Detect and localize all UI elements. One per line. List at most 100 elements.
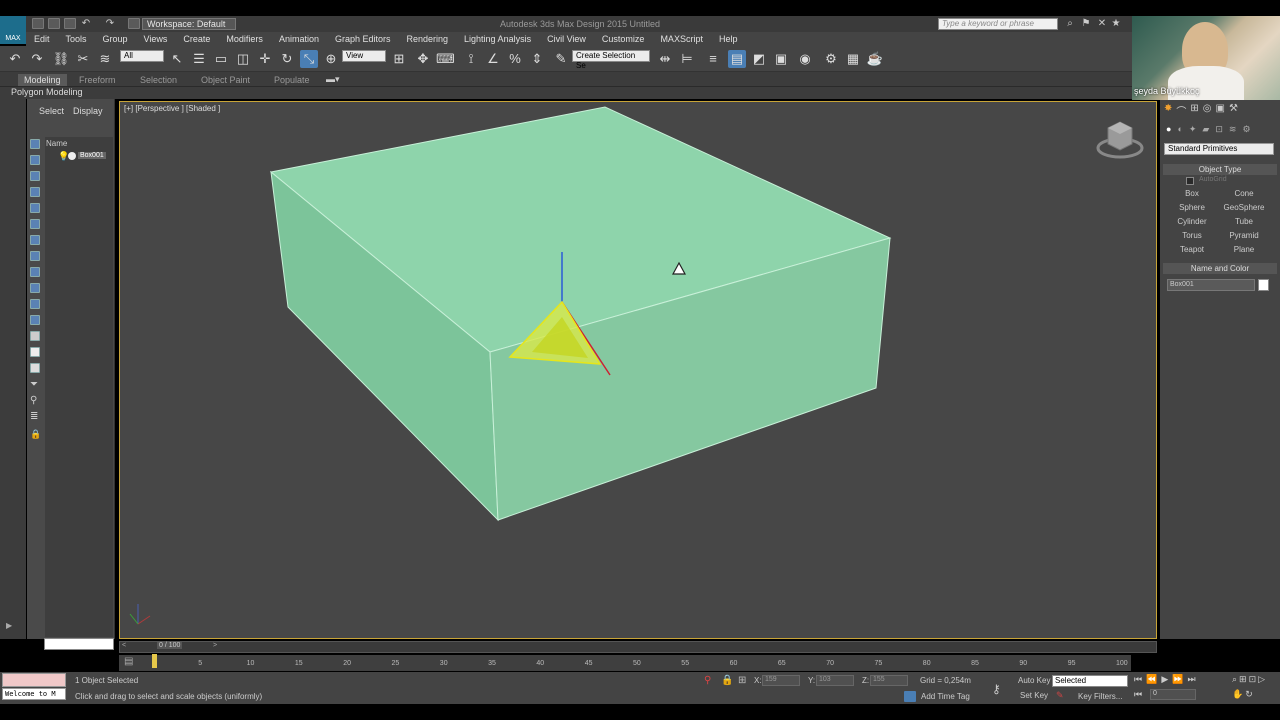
display-geometry-icon[interactable] [30, 187, 40, 197]
layer-sort-icon[interactable]: ≣ [30, 411, 38, 422]
rectangular-selection-icon[interactable]: ▭ [212, 50, 230, 68]
display-groups-icon[interactable] [30, 283, 40, 293]
ribbon-toggle-icon[interactable]: ▬▾ [326, 74, 340, 84]
scene-explorer-search[interactable] [44, 638, 114, 650]
primitive-category-dropdown[interactable]: Standard Primitives [1164, 143, 1274, 155]
display-cameras-icon[interactable] [30, 235, 40, 245]
menu-group[interactable]: Group [95, 32, 136, 46]
rendered-frame-icon[interactable]: ▦ [844, 50, 862, 68]
polygon-modeling-label[interactable]: Polygon Modeling [11, 86, 83, 99]
edit-named-selection-icon[interactable]: ✎ [552, 50, 570, 68]
select-by-name-icon[interactable]: ☰ [190, 50, 208, 68]
teapot-button[interactable]: Teapot [1166, 244, 1218, 256]
geosphere-button[interactable]: GeoSphere [1218, 202, 1270, 214]
key-mode-toggle-icon[interactable]: ⏮ [1134, 689, 1142, 700]
render-setup-icon[interactable]: ⚙ [822, 50, 840, 68]
display-xrefs-icon[interactable] [30, 299, 40, 309]
scene-object-row[interactable]: Box001 [78, 152, 106, 159]
sphere-button[interactable]: Sphere [1166, 202, 1218, 214]
next-frame-icon[interactable]: > [213, 642, 217, 649]
window-crossing-icon[interactable]: ◫ [234, 50, 252, 68]
favorites-star-icon[interactable]: ★ [1110, 18, 1122, 30]
lock-icon[interactable]: 🔒 [30, 429, 41, 440]
material-editor-icon[interactable]: ◉ [796, 50, 814, 68]
name-and-color-rollout[interactable]: Name and Color [1163, 263, 1277, 274]
display-all-icon[interactable] [30, 155, 40, 165]
menu-lighting-analysis[interactable]: Lighting Analysis [456, 32, 539, 46]
lights-icon[interactable]: ✦ [1189, 124, 1197, 136]
binoculars-icon[interactable]: ⌕ [1064, 18, 1076, 30]
go-to-start-icon[interactable]: ⏮ [1134, 674, 1142, 686]
menu-civil-view[interactable]: Civil View [539, 32, 594, 46]
menu-create[interactable]: Create [175, 32, 218, 46]
plane-button[interactable]: Plane [1218, 244, 1270, 256]
geometry-icon[interactable]: ● [1166, 124, 1171, 136]
y-coord-field[interactable]: 103 [816, 675, 854, 686]
menu-modifiers[interactable]: Modifiers [218, 32, 271, 46]
maxscript-listener-top[interactable] [2, 673, 66, 687]
menu-views[interactable]: Views [136, 32, 176, 46]
motion-tab-icon[interactable]: ◎ [1203, 103, 1212, 117]
set-key-key-icon[interactable]: ⚷ [992, 682, 1001, 696]
systems-icon[interactable]: ⚙ [1242, 124, 1250, 136]
pivot-center-icon[interactable]: ⊞ [390, 50, 408, 68]
communication-icon[interactable]: ⚑ [1080, 18, 1092, 30]
undo-icon[interactable]: ↶ [6, 50, 24, 68]
fov-icon[interactable]: ▷ [1258, 674, 1265, 687]
save-file-icon[interactable] [64, 18, 76, 29]
orbit-icon[interactable]: ↻ [1245, 689, 1253, 702]
previous-frame-icon[interactable]: ⏪ [1146, 674, 1157, 686]
zoom-extents-icon[interactable]: ⊡ [1249, 674, 1257, 687]
cylinder-button[interactable]: Cylinder [1166, 216, 1218, 228]
select-object-icon[interactable]: ↖ [168, 50, 186, 68]
app-logo-icon[interactable]: MAX [0, 16, 26, 44]
isolate-selection-icon[interactable]: ⚲ [704, 675, 711, 686]
align-icon[interactable]: ⊨ [678, 50, 696, 68]
place-icon[interactable]: ⊕ [322, 50, 340, 68]
zoom-icon[interactable]: ⌕ [1232, 674, 1237, 687]
key-filter-pen-icon[interactable]: ✎ [1056, 690, 1064, 701]
display-frozen-icon[interactable] [30, 347, 40, 357]
z-coord-field[interactable]: 155 [870, 675, 908, 686]
redo-quick-icon[interactable]: ↷ [104, 18, 116, 30]
next-frame-play-icon[interactable]: ⏩ [1172, 674, 1183, 686]
name-column-header[interactable]: Name [46, 139, 67, 148]
tab-freeform[interactable]: Freeform [79, 74, 116, 86]
shapes-icon[interactable]: ◐ [1177, 124, 1182, 136]
menu-tools[interactable]: Tools [58, 32, 95, 46]
snaps-toggle-icon[interactable]: ⟟ [462, 50, 480, 68]
display-containers-icon[interactable] [30, 331, 40, 341]
tab-object-paint[interactable]: Object Paint [201, 74, 250, 86]
unlink-icon[interactable]: ✂ [74, 50, 92, 68]
object-color-swatch[interactable] [1258, 279, 1269, 291]
time-tag-icon[interactable] [904, 691, 916, 702]
spinner-snap-icon[interactable]: ⇕ [528, 50, 546, 68]
display-bones-icon[interactable] [30, 315, 40, 325]
tube-button[interactable]: Tube [1218, 216, 1270, 228]
display-none-icon[interactable] [30, 139, 40, 149]
menu-animation[interactable]: Animation [271, 32, 327, 46]
cameras-icon[interactable]: ▰ [1202, 124, 1209, 136]
menu-rendering[interactable]: Rendering [399, 32, 457, 46]
menu-graph-editors[interactable]: Graph Editors [327, 32, 399, 46]
autogrid-checkbox[interactable] [1186, 177, 1194, 185]
render-production-icon[interactable]: ☕ [866, 50, 884, 68]
cone-button[interactable]: Cone [1218, 188, 1270, 200]
pan-icon[interactable]: ✋ [1232, 689, 1243, 702]
helpers-icon[interactable]: ⊡ [1215, 124, 1223, 136]
time-slider[interactable] [119, 641, 1157, 653]
workspace-dropdown[interactable]: Workspace: Default [142, 18, 236, 30]
set-key-button[interactable]: Set Key [1020, 691, 1048, 700]
new-file-icon[interactable] [32, 18, 44, 29]
modify-tab-icon[interactable]: ⌒ [1176, 103, 1186, 118]
search-input[interactable]: Type a keyword or phrase [938, 18, 1058, 30]
key-filters-button[interactable]: Key Filters... [1078, 692, 1122, 701]
open-file-icon[interactable] [48, 18, 60, 29]
maxscript-listener-input[interactable]: Welcome to M [2, 688, 66, 700]
go-to-end-icon[interactable]: ⏭ [1187, 674, 1195, 686]
percent-snap-icon[interactable]: % [506, 50, 524, 68]
spacewarps-icon[interactable]: ≋ [1229, 124, 1237, 136]
bind-spacewarp-icon[interactable]: ≋ [96, 50, 114, 68]
schematic-view-icon[interactable]: ▣ [772, 50, 790, 68]
expand-arrow-icon[interactable]: ▶ [6, 621, 12, 630]
